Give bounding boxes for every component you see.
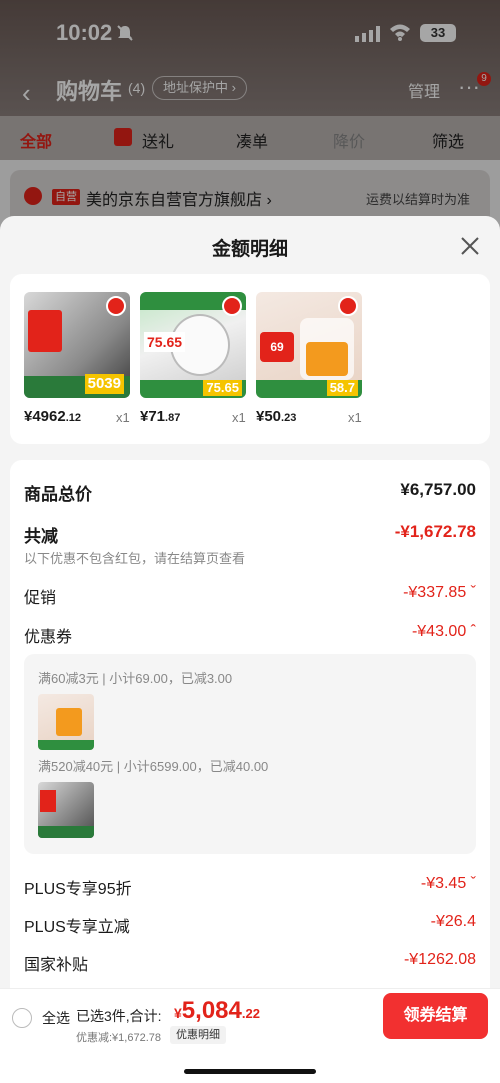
coupon-value: -¥43.00 ˆ — [411, 623, 476, 640]
product-qty: x1 — [232, 410, 246, 425]
product-price-dec: .87 — [165, 412, 181, 424]
plus-95-value: -¥3.45 ˇ — [420, 875, 476, 892]
reduce-label: 共减 — [24, 527, 58, 546]
coupon-detail-box: 满60减3元 | 小计69.00，已减3.00 满520减40元 | 小计659… — [24, 654, 476, 854]
product-price-dec: .12 — [65, 412, 82, 424]
subsidy-value: -¥1262.08 — [403, 951, 476, 968]
total-dec: .22 — [241, 1006, 260, 1021]
total-int: 5,084 — [181, 997, 242, 1024]
plus-95-label: PLUS专享95折 — [24, 881, 132, 898]
amount-detail-card: 商品总价 ¥6,757.00 共减 -¥1,672.78 以下优惠不包含红包，请… — [10, 460, 490, 1000]
discount-summary: 优惠减:¥1,672.78 — [76, 1032, 161, 1044]
coupon-product-thumb — [38, 694, 94, 750]
product-check-icon[interactable] — [106, 296, 126, 316]
plus-instant-label: PLUS专享立减 — [24, 919, 130, 936]
select-all-label[interactable]: 全选 — [42, 1008, 70, 1028]
product-check-icon[interactable] — [338, 296, 358, 316]
total-yen: ¥ — [174, 1005, 182, 1021]
product-image-price: 75.65 — [203, 380, 242, 396]
product-qty: x1 — [348, 410, 362, 425]
select-all-radio[interactable] — [12, 1008, 32, 1028]
product-price-int: ¥50 — [256, 408, 282, 425]
amount-detail-sheet: 金额明细 5039 ¥4962.12 x1 75.65 75.65 ¥71.87… — [0, 216, 500, 1083]
product-image: 69 58.7 — [256, 292, 362, 398]
product-qty: x1 — [116, 410, 130, 425]
close-icon[interactable] — [458, 234, 482, 258]
product-check-icon[interactable] — [222, 296, 242, 316]
reduce-value: -¥1,672.78 — [394, 522, 476, 541]
coupon-label: 优惠券 — [24, 629, 73, 646]
total-amount: ¥5,084.22 — [174, 997, 260, 1025]
coupon-line: 满520减40元 | 小计6599.00，已减40.00 — [38, 759, 269, 774]
coupon-line: 满60减3元 | 小计69.00，已减3.00 — [38, 671, 233, 686]
product-image-price: 58.7 — [326, 380, 358, 396]
discount-detail-button[interactable]: 优惠明细 — [170, 1026, 226, 1044]
total-value: ¥6,757.00 — [400, 480, 476, 499]
sheet-title: 金额明细 — [211, 239, 288, 260]
promotion-value: -¥337.85 ˇ — [403, 584, 476, 601]
product-item[interactable]: 5039 ¥4962.12 x1 — [24, 292, 130, 425]
selected-count-text: 已选3件,合计: — [76, 1008, 162, 1024]
product-price-dec: .23 — [281, 412, 297, 424]
promotion-label: 促销 — [24, 590, 57, 607]
product-item[interactable]: 75.65 75.65 ¥71.87 x1 — [140, 292, 246, 425]
total-label: 商品总价 — [24, 485, 92, 504]
reduce-note: 以下优惠不包含红包，请在结算页查看 — [24, 551, 246, 566]
home-indicator — [184, 1069, 316, 1074]
product-price-int: ¥4962 — [24, 408, 66, 425]
product-item[interactable]: 69 58.7 ¥50.23 x1 — [256, 292, 362, 425]
plus-instant-value: -¥26.4 — [430, 913, 476, 930]
checkout-bar: 全选 已选3件,合计: ¥5,084.22 优惠减:¥1,672.78 优惠明细… — [0, 988, 500, 1083]
product-image-price: 5039 — [84, 374, 124, 394]
products-card: 5039 ¥4962.12 x1 75.65 75.65 ¥71.87 x1 6… — [10, 274, 490, 444]
product-image: 5039 — [24, 292, 130, 398]
checkout-button[interactable]: 领券结算 — [383, 993, 488, 1039]
product-price-int: ¥71 — [140, 408, 166, 425]
product-image: 75.65 75.65 — [140, 292, 246, 398]
subsidy-label: 国家补贴 — [24, 957, 89, 974]
coupon-product-thumb — [38, 782, 94, 838]
